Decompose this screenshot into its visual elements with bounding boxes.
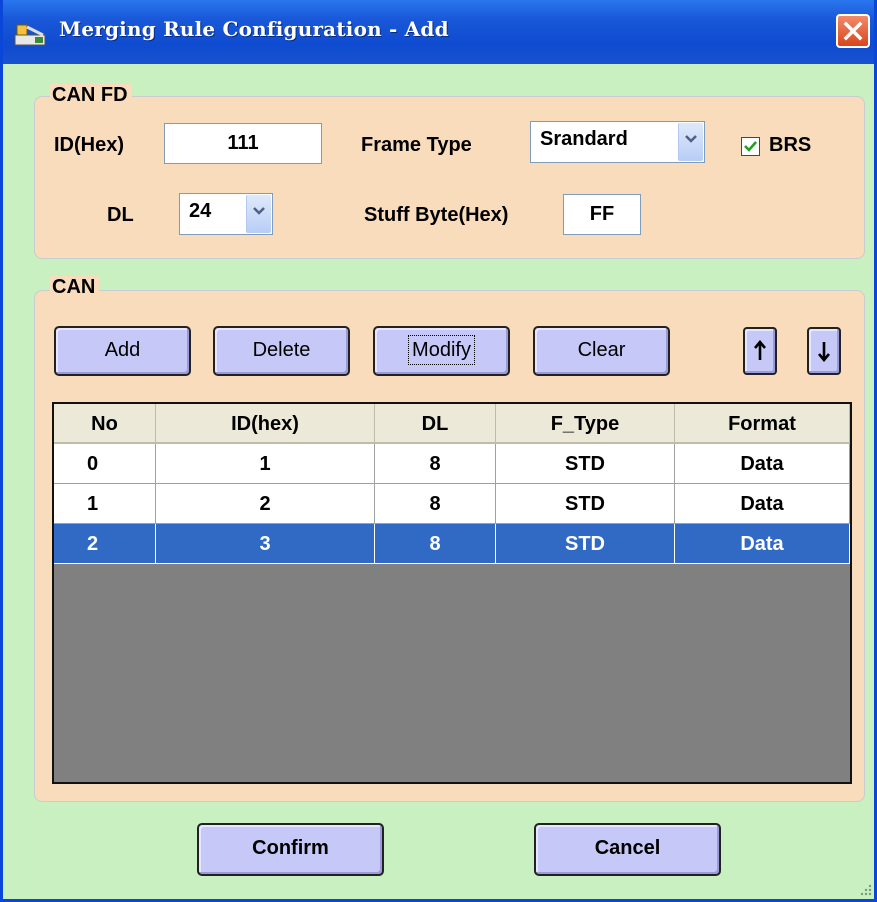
cell-no: 1 [54,484,156,524]
frame-type-dropdown-button[interactable] [678,123,703,161]
title-bar[interactable]: Merging Rule Configuration - Add [3,0,874,64]
frame-type-value: Srandard [540,128,628,150]
cell-no: 0 [54,444,156,484]
confirm-button[interactable]: Confirm [197,823,384,876]
can-group-label: CAN [50,276,100,299]
clear-button-label: Clear [577,339,626,361]
cell-ftype: STD [496,524,675,564]
cell-no: 2 [54,524,156,564]
move-down-button[interactable] [807,327,841,375]
cell-dl: 8 [375,444,496,484]
move-up-button[interactable] [743,327,777,375]
chevron-down-icon [253,207,265,215]
modify-button[interactable]: Modify [373,326,510,376]
arrow-down-icon [818,342,830,362]
cell-dl: 8 [375,524,496,564]
dl-select[interactable]: 24 [179,193,273,235]
column-header-ftype[interactable]: F_Type [496,404,675,444]
delete-button-label: Delete [252,339,311,361]
column-header-dl[interactable]: DL [375,404,496,444]
cell-format: Data [675,484,850,524]
id-hex-input[interactable]: 111 [164,123,322,164]
chevron-down-icon [685,135,697,143]
stuff-byte-input[interactable]: FF [563,194,641,235]
cell-ftype: STD [496,444,675,484]
add-button-label: Add [104,339,141,361]
close-icon [843,21,863,41]
arrow-up-icon [754,340,766,360]
cell-id: 3 [156,524,375,564]
canfd-group-label: CAN FD [50,84,132,107]
stuff-byte-label: Stuff Byte(Hex) [364,204,509,226]
column-header-format[interactable]: Format [675,404,850,444]
dl-label: DL [107,204,134,226]
confirm-button-label: Confirm [252,837,329,859]
dl-dropdown-button[interactable] [246,195,271,233]
canfd-group [34,96,865,259]
cell-format: Data [675,524,850,564]
can-frame-table[interactable]: No ID(hex) DL F_Type Format 0 1 8 STD Da… [52,402,852,784]
dl-value: 24 [189,200,212,222]
modify-button-label: Modify [408,335,475,365]
table-header-row: No ID(hex) DL F_Type Format [54,404,850,444]
app-icon [14,24,46,46]
cancel-button[interactable]: Cancel [534,823,721,876]
table-row[interactable]: 1 2 8 STD Data [54,484,850,524]
cell-id: 1 [156,444,375,484]
add-button[interactable]: Add [54,326,191,376]
brs-checkbox[interactable] [741,137,760,156]
cell-ftype: STD [496,484,675,524]
cell-format: Data [675,444,850,484]
dialog-window: Merging Rule Configuration - Add CAN FD … [0,0,877,902]
cell-id: 2 [156,484,375,524]
brs-label: BRS [769,134,812,156]
checkmark-icon [744,141,757,152]
frame-type-label: Frame Type [361,134,472,156]
column-header-no[interactable]: No [54,404,156,444]
resize-grip-icon[interactable] [859,883,873,897]
cancel-button-label: Cancel [594,837,661,859]
id-hex-label: ID(Hex) [54,134,125,156]
close-button[interactable] [836,14,870,48]
clear-button[interactable]: Clear [533,326,670,376]
frame-type-select[interactable]: Srandard [530,121,705,163]
table-row[interactable]: 0 1 8 STD Data [54,444,850,484]
window-title: Merging Rule Configuration - Add [59,17,449,41]
cell-dl: 8 [375,484,496,524]
delete-button[interactable]: Delete [213,326,350,376]
table-row-selected[interactable]: 2 3 8 STD Data [54,524,850,564]
column-header-id[interactable]: ID(hex) [156,404,375,444]
